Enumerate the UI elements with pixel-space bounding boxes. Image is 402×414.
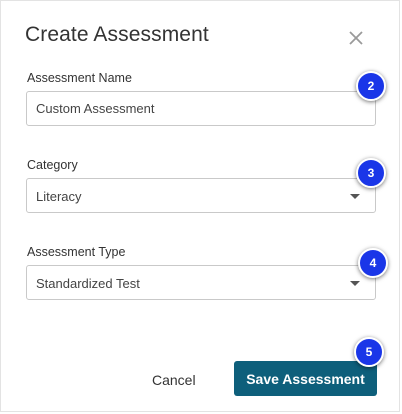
assessment-name-field[interactable] — [26, 91, 376, 126]
chevron-down-icon — [350, 194, 360, 199]
assessment-type-select[interactable]: Standardized Test — [26, 265, 376, 300]
category-label: Category — [27, 158, 78, 172]
step-badge-3: 3 — [356, 158, 386, 188]
assessment-type-label: Assessment Type — [27, 245, 126, 259]
close-icon[interactable] — [345, 27, 367, 49]
create-assessment-dialog: Create Assessment Assessment Name 2 Cate… — [0, 0, 400, 412]
cancel-button[interactable]: Cancel — [152, 372, 196, 388]
save-assessment-button[interactable]: Save Assessment — [234, 361, 377, 396]
step-badge-2: 2 — [356, 71, 386, 101]
step-badge-4: 4 — [358, 248, 388, 278]
assessment-name-label: Assessment Name — [27, 71, 132, 85]
category-selected-value: Literacy — [36, 189, 82, 204]
assessment-type-selected-value: Standardized Test — [36, 276, 140, 291]
category-select[interactable]: Literacy — [26, 178, 376, 213]
chevron-down-icon — [350, 281, 360, 286]
assessment-name-input[interactable] — [27, 92, 375, 125]
save-assessment-label: Save Assessment — [246, 370, 365, 387]
dialog-title: Create Assessment — [25, 23, 209, 46]
step-badge-5: 5 — [354, 337, 384, 367]
